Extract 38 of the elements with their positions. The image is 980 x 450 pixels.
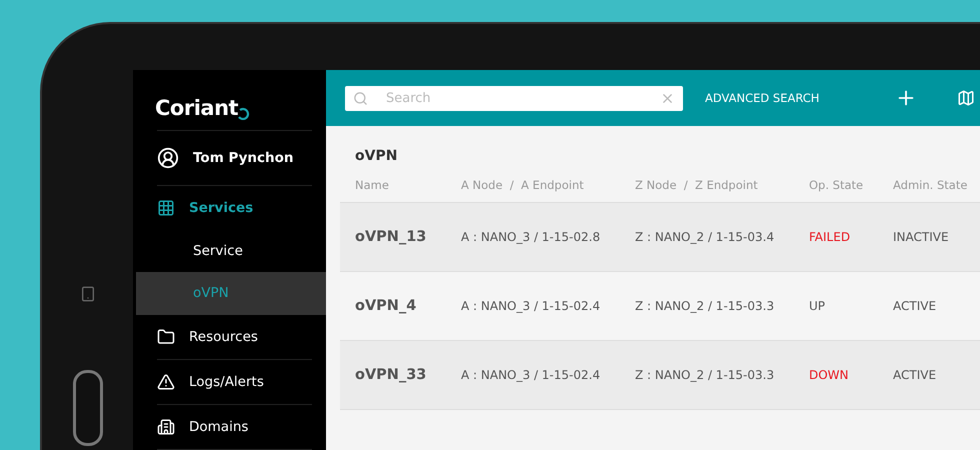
nav-item[interactable]: Resources [189,328,258,345]
table-row[interactable]: oVPN_13 A : NANO_3 / 1-15-02.8 Z : NANO_2 / 1-15-03.4 FAILED INACTIVE [340,203,980,272]
building-icon [157,418,175,436]
table-cell-text: UP [809,299,826,313]
nav-item[interactable]: Services [189,200,254,216]
table-cell-text: INACTIVE [893,230,950,244]
table-cell-text: DOWN [809,368,850,382]
sub-nav-item[interactable]: oVPN [136,272,326,315]
table-cell-text: oVPN_13 [355,229,428,245]
search-icon [353,90,368,106]
table-row[interactable]: oVPN_33 A : NANO_3 / 1-15-02.4 Z : NANO_2 / 1-15-03.3 DOWN ACTIVE [340,341,980,410]
map-button[interactable] [957,89,976,107]
table-cell-text: FAILED [809,230,852,244]
sub-nav-item[interactable]: Service [136,230,326,272]
table-cell-text: oVPN_33 [355,367,428,383]
user-avatar-icon [157,147,179,170]
table-cell-text: ACTIVE [893,368,938,382]
table-cell-text: oVPN_4 [355,298,418,314]
table-cell-text: A : NANO_3 / 1-15-02.8 [461,230,602,244]
folder-icon [157,328,175,346]
table-cell-text: Z : NANO_2 / 1-15-03.3 [635,299,776,313]
table-cell-text: A : NANO_3 / 1-15-02.4 [461,299,602,313]
grid-icon [157,198,175,217]
device-icon [80,286,96,302]
table-cell-text: A : NANO_3 / 1-15-02.4 [461,368,602,382]
nav-item[interactable]: Logs/Alerts [189,374,264,390]
table-cell-text: ACTIVE [893,299,938,313]
table-cell-text: Z : NANO_2 / 1-15-03.4 [635,230,776,244]
warning-icon [157,372,175,391]
search-field[interactable]: Search [345,86,683,110]
home-button[interactable] [72,370,102,446]
nav-item[interactable]: Domains [189,418,248,435]
logo: Coriant [155,96,238,120]
logo-swirl-icon [238,106,250,120]
user-name[interactable]: Tom Pynchon [193,150,294,166]
advanced-search-button[interactable]: ADVANCED SEARCH [705,91,820,105]
page-title: oVPN [354,147,398,164]
table-cell-text: Z : NANO_2 / 1-15-03.3 [635,368,776,382]
